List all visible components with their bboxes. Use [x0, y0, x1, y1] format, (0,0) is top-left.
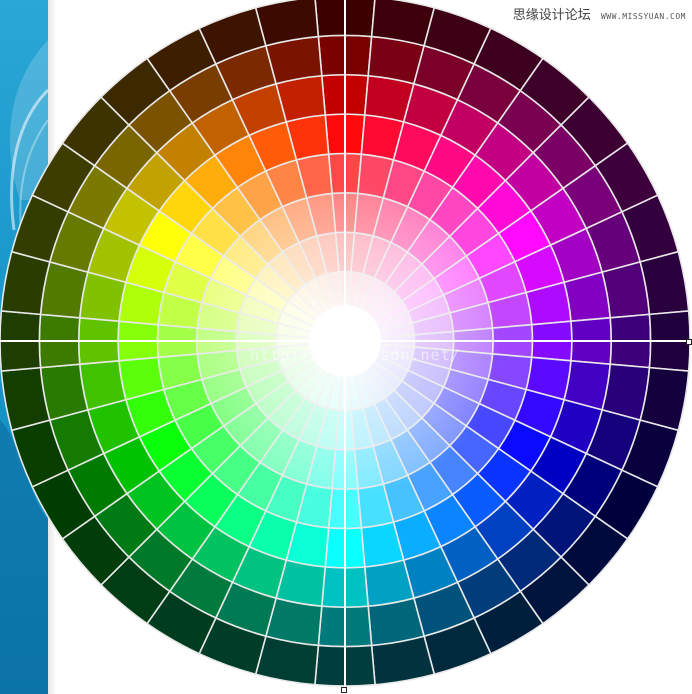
blog-watermark: http://blog.csdn.net/	[250, 346, 461, 364]
color-wheel-image: 思缘设计论坛 WWW.MISSYUAN.COM http://blog.csdn…	[0, 0, 692, 694]
resize-handle-bottom[interactable]	[341, 687, 347, 693]
forum-site: WWW.MISSYUAN.COM	[600, 12, 686, 21]
forum-name: 思缘设计论坛	[512, 8, 591, 23]
forum-watermark: 思缘设计论坛 WWW.MISSYUAN.COM	[513, 4, 686, 23]
resize-handle-right[interactable]	[686, 339, 692, 345]
